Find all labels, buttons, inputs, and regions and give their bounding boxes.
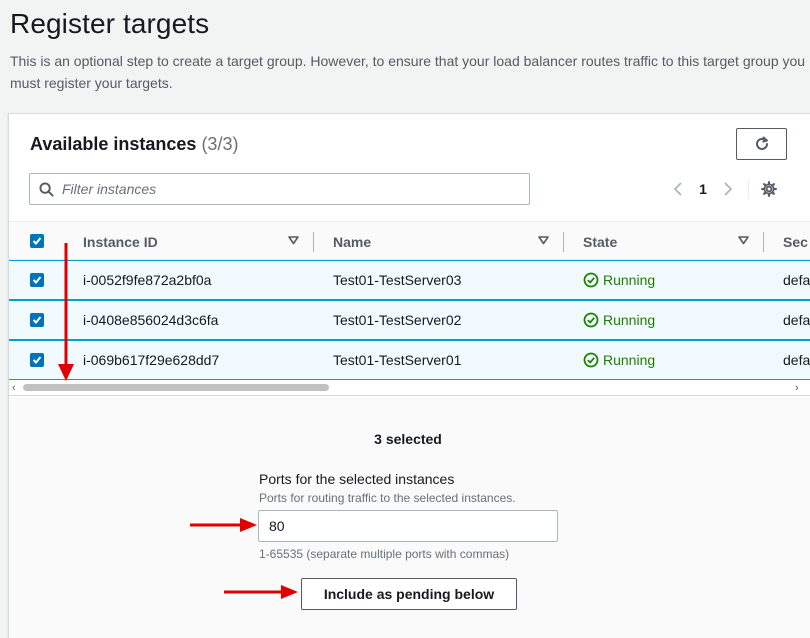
- page-title: Register targets: [10, 8, 210, 39]
- refresh-icon: [755, 136, 768, 150]
- previous-page-button[interactable]: [669, 181, 687, 197]
- ports-label: Ports for the selected instances: [259, 471, 455, 487]
- search-box: [29, 173, 530, 205]
- ports-input[interactable]: [258, 510, 558, 542]
- state-label: Running: [603, 312, 656, 328]
- sort-down-icon[interactable]: [538, 236, 549, 245]
- checkmark-icon: [32, 316, 42, 324]
- column-header-security-group[interactable]: Sec: [783, 222, 808, 261]
- name-cell: Test01-TestServer02: [333, 312, 462, 328]
- checkmark-icon: [32, 276, 42, 284]
- checkmark-icon: [32, 356, 42, 364]
- state-cell: Running: [583, 301, 655, 339]
- state-label: Running: [603, 352, 656, 368]
- name-cell: Test01-TestServer03: [333, 272, 462, 288]
- page-description: This is an optional step to create a tar…: [10, 53, 806, 91]
- panel-count: (3/3): [201, 134, 239, 154]
- scroll-left-icon[interactable]: ‹: [12, 382, 16, 394]
- row-checkbox[interactable]: [30, 313, 44, 327]
- selected-count: 3 selected: [374, 431, 442, 447]
- page-number[interactable]: 1: [687, 181, 719, 197]
- table-row[interactable]: i-0408e856024d3c6fa Test01-TestServer02 …: [9, 300, 810, 340]
- scroll-right-icon[interactable]: ›: [795, 382, 799, 394]
- state-cell: Running: [583, 261, 655, 299]
- panel-title: Available instances (3/3): [30, 134, 238, 155]
- chevron-left-icon: [673, 182, 682, 196]
- select-all-checkbox[interactable]: [30, 234, 44, 248]
- status-success-icon: [583, 312, 599, 328]
- scrollbar-thumb[interactable]: [23, 384, 329, 391]
- pagination: 1: [669, 178, 777, 200]
- instance-id-cell: i-0052f9fe872a2bf0a: [83, 272, 212, 288]
- row-checkbox[interactable]: [30, 353, 44, 367]
- ports-description: Ports for routing traffic to the selecte…: [259, 491, 516, 505]
- available-instances-panel: Available instances (3/3) 1: [8, 113, 810, 638]
- refresh-button[interactable]: [736, 128, 787, 160]
- sort-down-icon[interactable]: [738, 236, 749, 245]
- checkmark-icon: [32, 237, 42, 245]
- instance-id-cell: i-069b617f29e628dd7: [83, 352, 220, 368]
- column-header-state[interactable]: State: [583, 222, 617, 261]
- column-resizer[interactable]: [563, 232, 564, 252]
- state-label: Running: [603, 272, 656, 288]
- security-group-cell: defa: [783, 272, 810, 288]
- selection-footer: 3 selected Ports for the selected instan…: [9, 397, 810, 638]
- next-page-button[interactable]: [719, 181, 737, 197]
- table-row[interactable]: i-0052f9fe872a2bf0a Test01-TestServer03 …: [9, 260, 810, 300]
- chevron-right-icon: [724, 182, 733, 196]
- include-as-pending-button[interactable]: Include as pending below: [301, 578, 517, 610]
- ports-hint: 1-65535 (separate multiple ports with co…: [259, 547, 510, 561]
- security-group-cell: defa: [783, 312, 810, 328]
- preferences-button[interactable]: [761, 181, 777, 197]
- security-group-cell: defa: [783, 352, 810, 368]
- horizontal-scrollbar[interactable]: ‹ ›: [9, 380, 810, 396]
- table-header: Instance ID Name State Sec: [9, 221, 810, 260]
- search-input[interactable]: [62, 181, 502, 197]
- panel-title-text: Available instances: [30, 134, 197, 154]
- instance-id-cell: i-0408e856024d3c6fa: [83, 312, 219, 328]
- row-checkbox[interactable]: [30, 273, 44, 287]
- search-icon: [39, 181, 54, 197]
- status-success-icon: [583, 352, 599, 368]
- gear-icon: [761, 181, 777, 197]
- name-cell: Test01-TestServer01: [333, 352, 462, 368]
- table-row[interactable]: i-069b617f29e628dd7 Test01-TestServer01 …: [9, 340, 810, 380]
- sort-down-icon[interactable]: [288, 236, 299, 245]
- column-header-name[interactable]: Name: [333, 222, 371, 261]
- pager-divider: [748, 179, 749, 199]
- column-resizer[interactable]: [763, 232, 764, 252]
- state-cell: Running: [583, 341, 655, 379]
- column-header-instance-id[interactable]: Instance ID: [83, 222, 158, 261]
- column-resizer[interactable]: [313, 232, 314, 252]
- status-success-icon: [583, 272, 599, 288]
